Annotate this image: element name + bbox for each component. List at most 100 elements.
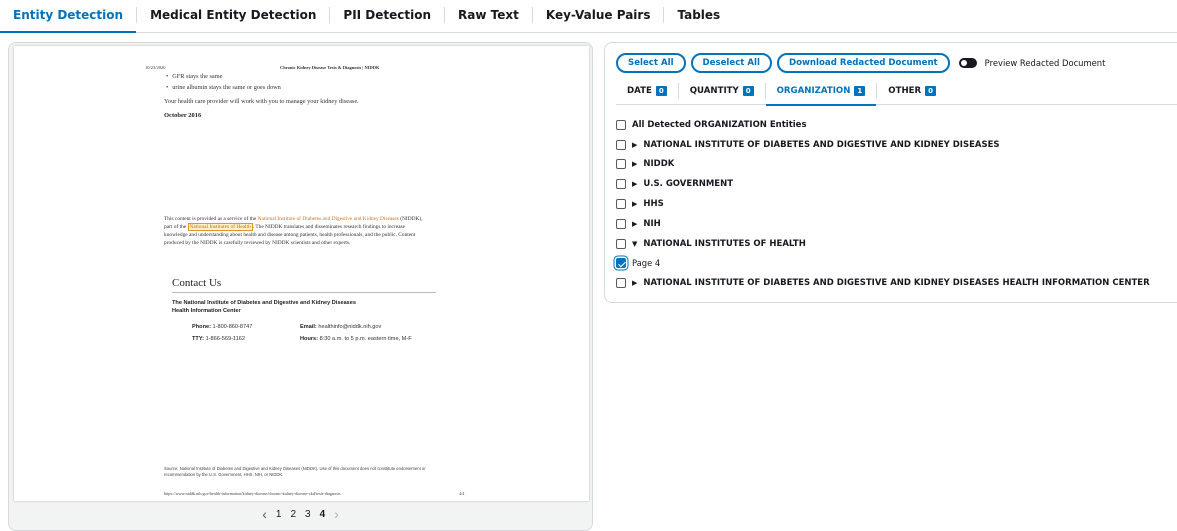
entity-list: All Detected ORGANIZATION Entities ▶ NAT…	[616, 115, 1177, 293]
count-badge: 0	[655, 85, 667, 96]
select-all-checkbox[interactable]	[616, 119, 626, 130]
doc-date-heading: October 2016	[164, 112, 202, 119]
entity-highlight[interactable]: National Institutes of Health	[187, 223, 253, 231]
entity-label: NIH	[643, 218, 661, 229]
tab-label: DATE	[627, 85, 652, 96]
tab-key-value-pairs[interactable]: Key-Value Pairs	[533, 0, 664, 32]
tab-label: QUANTITY	[689, 85, 739, 96]
entity-checkbox[interactable]	[616, 199, 626, 210]
doc-text: . The NIDDK translates and disseminates …	[252, 224, 406, 230]
page-header-date: 10/23/2020	[145, 65, 166, 70]
tab-other[interactable]: OTHER 0	[877, 77, 947, 105]
doc-attribution-line: knowledge and understanding about health…	[164, 232, 416, 238]
page-link-3[interactable]: 3	[305, 509, 311, 520]
entity-panel: Select All Deselect All Download Redacte…	[604, 42, 1177, 303]
page-link-1[interactable]: 1	[276, 509, 282, 520]
tab-quantity[interactable]: QUANTITY 0	[679, 77, 765, 105]
contact-label: Phone:	[192, 324, 211, 330]
entity-row: ▶ NIH	[616, 214, 1177, 234]
contact-label: Hours:	[300, 336, 319, 342]
entity-checkbox[interactable]	[616, 159, 626, 170]
entity-type-tabs: DATE 0 QUANTITY 0 ORGANIZATION 1 OTHER 0	[616, 77, 1177, 106]
tab-label: OTHER	[888, 85, 922, 96]
doc-bullet: GFR stays the same	[166, 73, 222, 80]
tab-raw-text[interactable]: Raw Text	[445, 0, 532, 32]
caret-right-icon[interactable]: ▶	[632, 220, 637, 228]
caret-right-icon[interactable]: ▶	[632, 279, 637, 287]
caret-right-icon[interactable]: ▶	[632, 200, 637, 208]
doc-text: part of the	[164, 224, 188, 230]
entity-checkbox[interactable]	[616, 218, 626, 229]
count-badge: 0	[742, 85, 754, 96]
page-link-4[interactable]: 4	[320, 509, 326, 520]
contact-org: Health Information Center	[172, 308, 241, 314]
entity-row: ▶ U.S. GOVERNMENT	[616, 174, 1177, 194]
document-viewer: 10/23/2020 Chronic Kidney Disease Tests …	[8, 42, 593, 531]
action-bar: Select All Deselect All Download Redacte…	[616, 53, 1105, 73]
download-redacted-button[interactable]: Download Redacted Document	[776, 53, 950, 73]
tab-date[interactable]: DATE 0	[616, 77, 678, 105]
contact-label: TTY:	[192, 336, 205, 342]
entity-row-all: All Detected ORGANIZATION Entities	[616, 115, 1177, 135]
contact-value: healthinfo@niddk.nih.gov	[318, 324, 382, 330]
doc-attribution-line: produced by the NIDDK is carefully revie…	[164, 240, 351, 246]
contact-email: Email: healthinfo@niddk.nih.gov	[300, 324, 381, 330]
contact-value: 8:30 a.m. to 5 p.m. eastern time, M-F	[319, 336, 412, 342]
contact-tty: TTY: 1-866-569-1162	[192, 336, 245, 342]
entity-label: U.S. GOVERNMENT	[643, 179, 734, 190]
select-all-button[interactable]: Select All	[616, 53, 686, 73]
entity-checkbox[interactable]	[616, 278, 626, 289]
tab-tables[interactable]: Tables	[664, 0, 733, 32]
chevron-left-icon[interactable]: ‹	[262, 506, 267, 522]
page-label: Page 4	[632, 258, 661, 269]
contact-phone: Phone: 1-800-860-8747	[192, 324, 252, 330]
entity-label: NATIONAL INSTITUTE OF DIABETES AND DIGES…	[643, 278, 1150, 289]
contact-value: 1-866-569-1162	[205, 336, 245, 342]
page-link-2[interactable]: 2	[290, 509, 296, 520]
entity-label: NIDDK	[643, 159, 675, 170]
doc-text: This content is provided as a service of…	[164, 216, 258, 222]
entity-checkbox[interactable]	[616, 179, 626, 190]
tab-medical-entity-detection[interactable]: Medical Entity Detection	[137, 0, 329, 32]
entity-checkbox[interactable]	[616, 139, 626, 150]
caret-right-icon[interactable]: ▶	[632, 160, 637, 168]
document-page: 10/23/2020 Chronic Kidney Disease Tests …	[14, 46, 589, 501]
doc-attribution-line: part of the National Institutes of Healt…	[164, 223, 406, 231]
tab-pii-detection[interactable]: PII Detection	[330, 0, 444, 32]
contact-title: Contact Us	[172, 277, 222, 289]
doc-paragraph: Your health care provider will work with…	[164, 98, 359, 105]
preview-toggle[interactable]	[958, 58, 977, 68]
count-badge: 0	[925, 85, 937, 96]
contact-divider	[172, 292, 436, 293]
tab-entity-detection[interactable]: Entity Detection	[0, 0, 137, 33]
entity-label: NATIONAL INSTITUTES OF HEALTH	[643, 238, 806, 249]
entity-label: HHS	[643, 199, 664, 210]
caret-right-icon[interactable]: ▶	[632, 180, 637, 188]
entity-label: All Detected ORGANIZATION Entities	[632, 119, 807, 130]
entity-checkbox[interactable]	[616, 238, 626, 249]
count-badge: 1	[854, 85, 866, 96]
deselect-all-button[interactable]: Deselect All	[690, 53, 772, 73]
page-checkbox[interactable]	[616, 258, 626, 269]
top-tab-bar: Entity Detection Medical Entity Detectio…	[0, 0, 1177, 33]
tab-organization[interactable]: ORGANIZATION 1	[765, 77, 877, 106]
caret-down-icon[interactable]: ▼	[632, 240, 637, 248]
entity-row: ▶ HHS	[616, 194, 1177, 214]
entity-row: ▶ NIDDK	[616, 155, 1177, 175]
chevron-right-icon[interactable]: ›	[334, 506, 339, 522]
caret-right-icon[interactable]: ▶	[632, 141, 637, 149]
doc-source-line: Source: National Institute of Diabetes a…	[164, 466, 426, 471]
entity-row-expanded: ▼ NATIONAL INSTITUTES OF HEALTH	[616, 234, 1177, 254]
contact-value: 1-800-860-8747	[212, 324, 253, 330]
entity-row: ▶ NATIONAL INSTITUTE OF DIABETES AND DIG…	[616, 135, 1177, 155]
doc-attribution-line: This content is provided as a service of…	[164, 216, 423, 222]
doc-text: (NIDDK),	[398, 216, 423, 222]
entity-label: NATIONAL INSTITUTE OF DIABETES AND DIGES…	[643, 139, 1000, 150]
doc-link-niddk[interactable]: National Institute of Diabetes and Diges…	[258, 216, 399, 222]
contact-label: Email:	[300, 324, 317, 330]
pagination: ‹ 1 2 3 4 ›	[9, 504, 592, 524]
tab-label: ORGANIZATION	[776, 85, 851, 96]
contact-hours: Hours: 8:30 a.m. to 5 p.m. eastern time,…	[300, 336, 412, 342]
doc-footer-url: https://www.niddk.nih.gov/health-informa…	[164, 491, 341, 496]
doc-source-line: recommendation by the U.S. Government, H…	[164, 472, 284, 477]
